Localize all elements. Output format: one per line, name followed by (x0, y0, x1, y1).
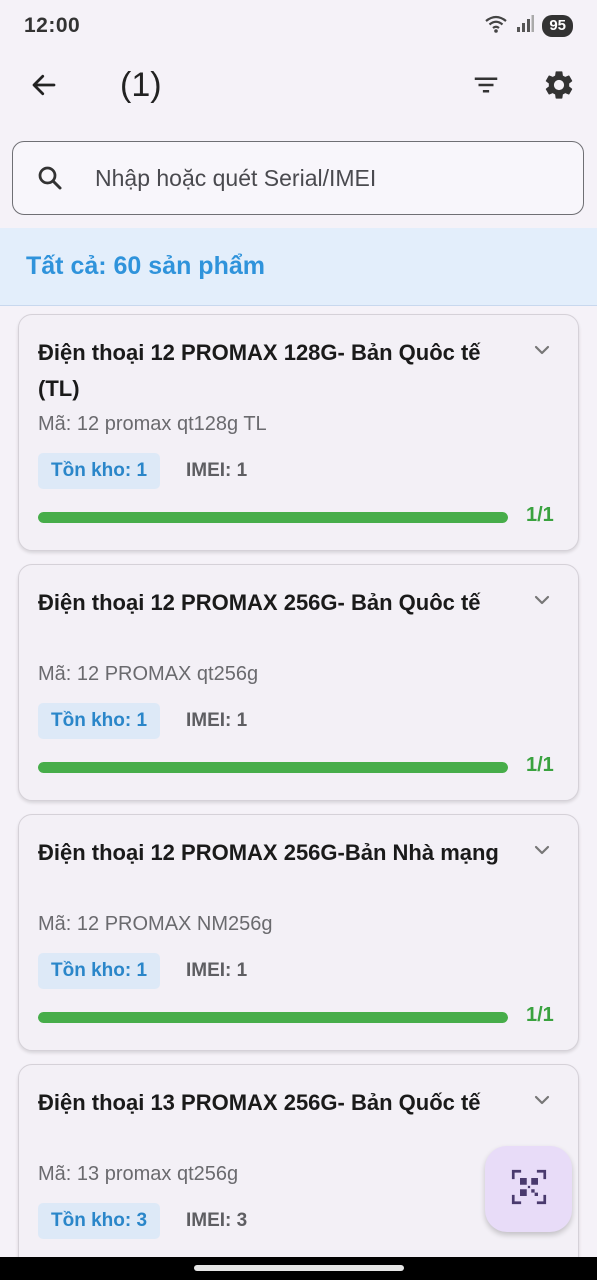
battery-indicator: 95 (542, 15, 573, 37)
product-code: Mã: 13 promax qt256g (38, 1163, 239, 1185)
imei-count: IMEI: 1 (186, 460, 248, 481)
chevron-down-icon (530, 588, 554, 617)
gear-icon (542, 68, 576, 107)
back-arrow-icon (29, 70, 59, 105)
product-title: Điện thoại 12 PROMAX 256G- Bản Quôc tế (38, 590, 481, 615)
imei-count: IMEI: 1 (186, 710, 248, 731)
product-code: Mã: 12 promax qt128g TL (38, 413, 267, 435)
product-title: Điện thoại 12 PROMAX 256G-Bản Nhà mạng (38, 840, 499, 865)
stock-badge: Tồn kho: 3 (38, 1203, 161, 1239)
qr-scan-icon (511, 1169, 547, 1210)
progress-fill (38, 1012, 508, 1023)
app-bar: (1) (0, 52, 597, 118)
stock-badge: Tồn kho: 1 (38, 453, 161, 489)
filter-icon (471, 70, 501, 105)
product-title: Điện thoại 13 PROMAX 256G- Bản Quốc tế (38, 1090, 481, 1115)
summary-bar: Tất cả: 60 sản phẩm (0, 228, 597, 306)
search-box[interactable] (12, 141, 584, 215)
status-bar: 12:00 95 (0, 0, 597, 52)
status-time: 12:00 (24, 14, 81, 37)
product-card[interactable]: Điện thoại 12 PROMAX 256G- Bản Quôc tế M… (18, 564, 579, 801)
progress-label: 1/1 (526, 504, 554, 526)
chevron-down-icon (530, 838, 554, 867)
product-code: Mã: 12 PROMAX NM256g (38, 913, 273, 935)
home-handle[interactable] (194, 1265, 404, 1271)
expand-button[interactable] (527, 837, 557, 867)
wifi-icon (484, 14, 508, 39)
progress-bar (38, 1012, 508, 1023)
imei-count: IMEI: 3 (186, 1210, 248, 1231)
product-list: Điện thoại 12 PROMAX 128G- Bản Quôc tế (… (18, 314, 579, 1280)
search-input[interactable] (95, 164, 555, 192)
qr-scan-button[interactable] (485, 1146, 572, 1232)
product-card[interactable]: Điện thoại 12 PROMAX 256G-Bản Nhà mạng M… (18, 814, 579, 1051)
progress-label: 1/1 (526, 754, 554, 776)
imei-count: IMEI: 1 (186, 960, 248, 981)
progress-bar (38, 512, 508, 523)
expand-button[interactable] (527, 587, 557, 617)
progress-fill (38, 512, 508, 523)
chevron-down-icon (530, 338, 554, 367)
signal-icon (516, 14, 535, 38)
summary-text: Tất cả: 60 sản phẩm (26, 252, 265, 280)
status-icons: 95 (484, 14, 573, 39)
system-nav-bar (0, 1257, 597, 1280)
stock-badge: Tồn kho: 1 (38, 703, 161, 739)
product-card[interactable]: Điện thoại 12 PROMAX 128G- Bản Quôc tế (… (18, 314, 579, 551)
search-icon (35, 163, 65, 193)
product-code: Mã: 12 PROMAX qt256g (38, 663, 259, 685)
back-button[interactable] (22, 65, 66, 109)
progress-label: 1/1 (526, 1004, 554, 1026)
stock-badge: Tồn kho: 1 (38, 953, 161, 989)
page-title: (1) (120, 66, 162, 104)
filter-button[interactable] (464, 65, 508, 109)
progress-fill (38, 762, 508, 773)
progress-bar (38, 762, 508, 773)
settings-button[interactable] (537, 65, 581, 109)
expand-button[interactable] (527, 337, 557, 367)
product-title: Điện thoại 12 PROMAX 128G- Bản Quôc tế (… (38, 340, 481, 401)
expand-button[interactable] (527, 1087, 557, 1117)
chevron-down-icon (530, 1088, 554, 1117)
